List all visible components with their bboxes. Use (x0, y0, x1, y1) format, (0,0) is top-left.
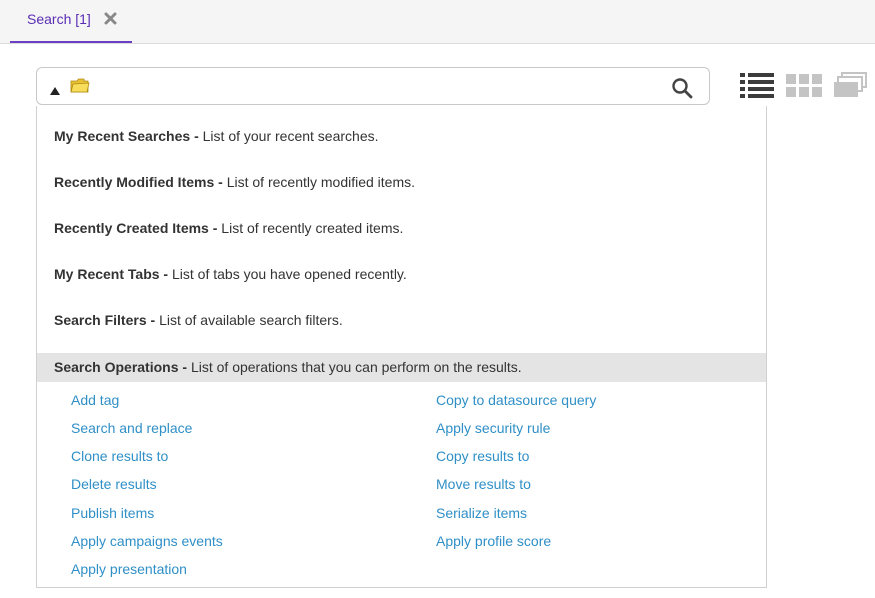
close-icon[interactable] (103, 11, 118, 26)
tab-label[interactable]: Search [1] (27, 11, 91, 27)
op-delete-results[interactable]: Delete results (71, 476, 157, 492)
search-box[interactable] (36, 67, 710, 105)
menu-item-search-filters[interactable]: Search Filters - List of available searc… (54, 312, 343, 328)
folder-icon[interactable] (70, 78, 90, 94)
menu-item-title: My Recent Searches (54, 128, 191, 144)
tab-bar: Search [1] (0, 0, 875, 44)
tab-search[interactable]: Search [1] (10, 0, 132, 43)
op-apply-campaigns-events[interactable]: Apply campaigns events (71, 533, 223, 549)
menu-item-recently-modified[interactable]: Recently Modified Items - List of recent… (54, 174, 415, 190)
op-clone-results[interactable]: Clone results to (71, 448, 168, 464)
menu-item-title: My Recent Tabs (54, 266, 160, 282)
op-publish-items[interactable]: Publish items (71, 505, 154, 521)
menu-item-recent-searches[interactable]: My Recent Searches - List of your recent… (54, 128, 379, 144)
op-apply-presentation[interactable]: Apply presentation (71, 561, 187, 577)
menu-item-recently-created[interactable]: Recently Created Items - List of recentl… (54, 220, 403, 236)
caret-up-icon[interactable] (50, 82, 60, 95)
menu-item-desc: List of tabs you have opened recently. (172, 266, 407, 282)
menu-item-title: Recently Modified Items (54, 174, 215, 190)
search-input[interactable] (97, 72, 661, 102)
op-add-tag[interactable]: Add tag (71, 392, 119, 408)
menu-item-recent-tabs[interactable]: My Recent Tabs - List of tabs you have o… (54, 266, 407, 282)
menu-item-desc: List of recently created items. (221, 220, 404, 236)
menu-item-title: Search Filters (54, 312, 147, 328)
search-operations-header[interactable]: Search Operations - List of operations t… (37, 353, 766, 382)
op-copy-results[interactable]: Copy results to (436, 448, 529, 464)
op-move-results[interactable]: Move results to (436, 476, 531, 492)
grid-view-icon[interactable] (786, 74, 822, 98)
search-dropdown: My Recent Searches - List of your recent… (36, 106, 767, 588)
op-apply-profile-score[interactable]: Apply profile score (436, 533, 551, 549)
menu-item-desc: List of recently modified items. (226, 174, 416, 190)
operations-title: Search Operations (54, 359, 179, 375)
op-apply-security-rule[interactable]: Apply security rule (436, 420, 550, 436)
menu-item-desc: List of your recent searches. (202, 128, 379, 144)
menu-item-desc: List of available search filters. (159, 312, 343, 328)
op-copy-to-datasource-query[interactable]: Copy to datasource query (436, 392, 596, 408)
operations-desc: List of operations that you can perform … (190, 359, 522, 375)
search-operations-label: Search Operations - List of operations t… (54, 359, 522, 375)
menu-item-title: Recently Created Items (54, 220, 209, 236)
list-view-icon[interactable] (740, 72, 774, 98)
stack-view-icon[interactable] (834, 72, 868, 98)
op-search-and-replace[interactable]: Search and replace (71, 420, 192, 436)
search-icon[interactable] (671, 77, 693, 99)
op-serialize-items[interactable]: Serialize items (436, 505, 527, 521)
